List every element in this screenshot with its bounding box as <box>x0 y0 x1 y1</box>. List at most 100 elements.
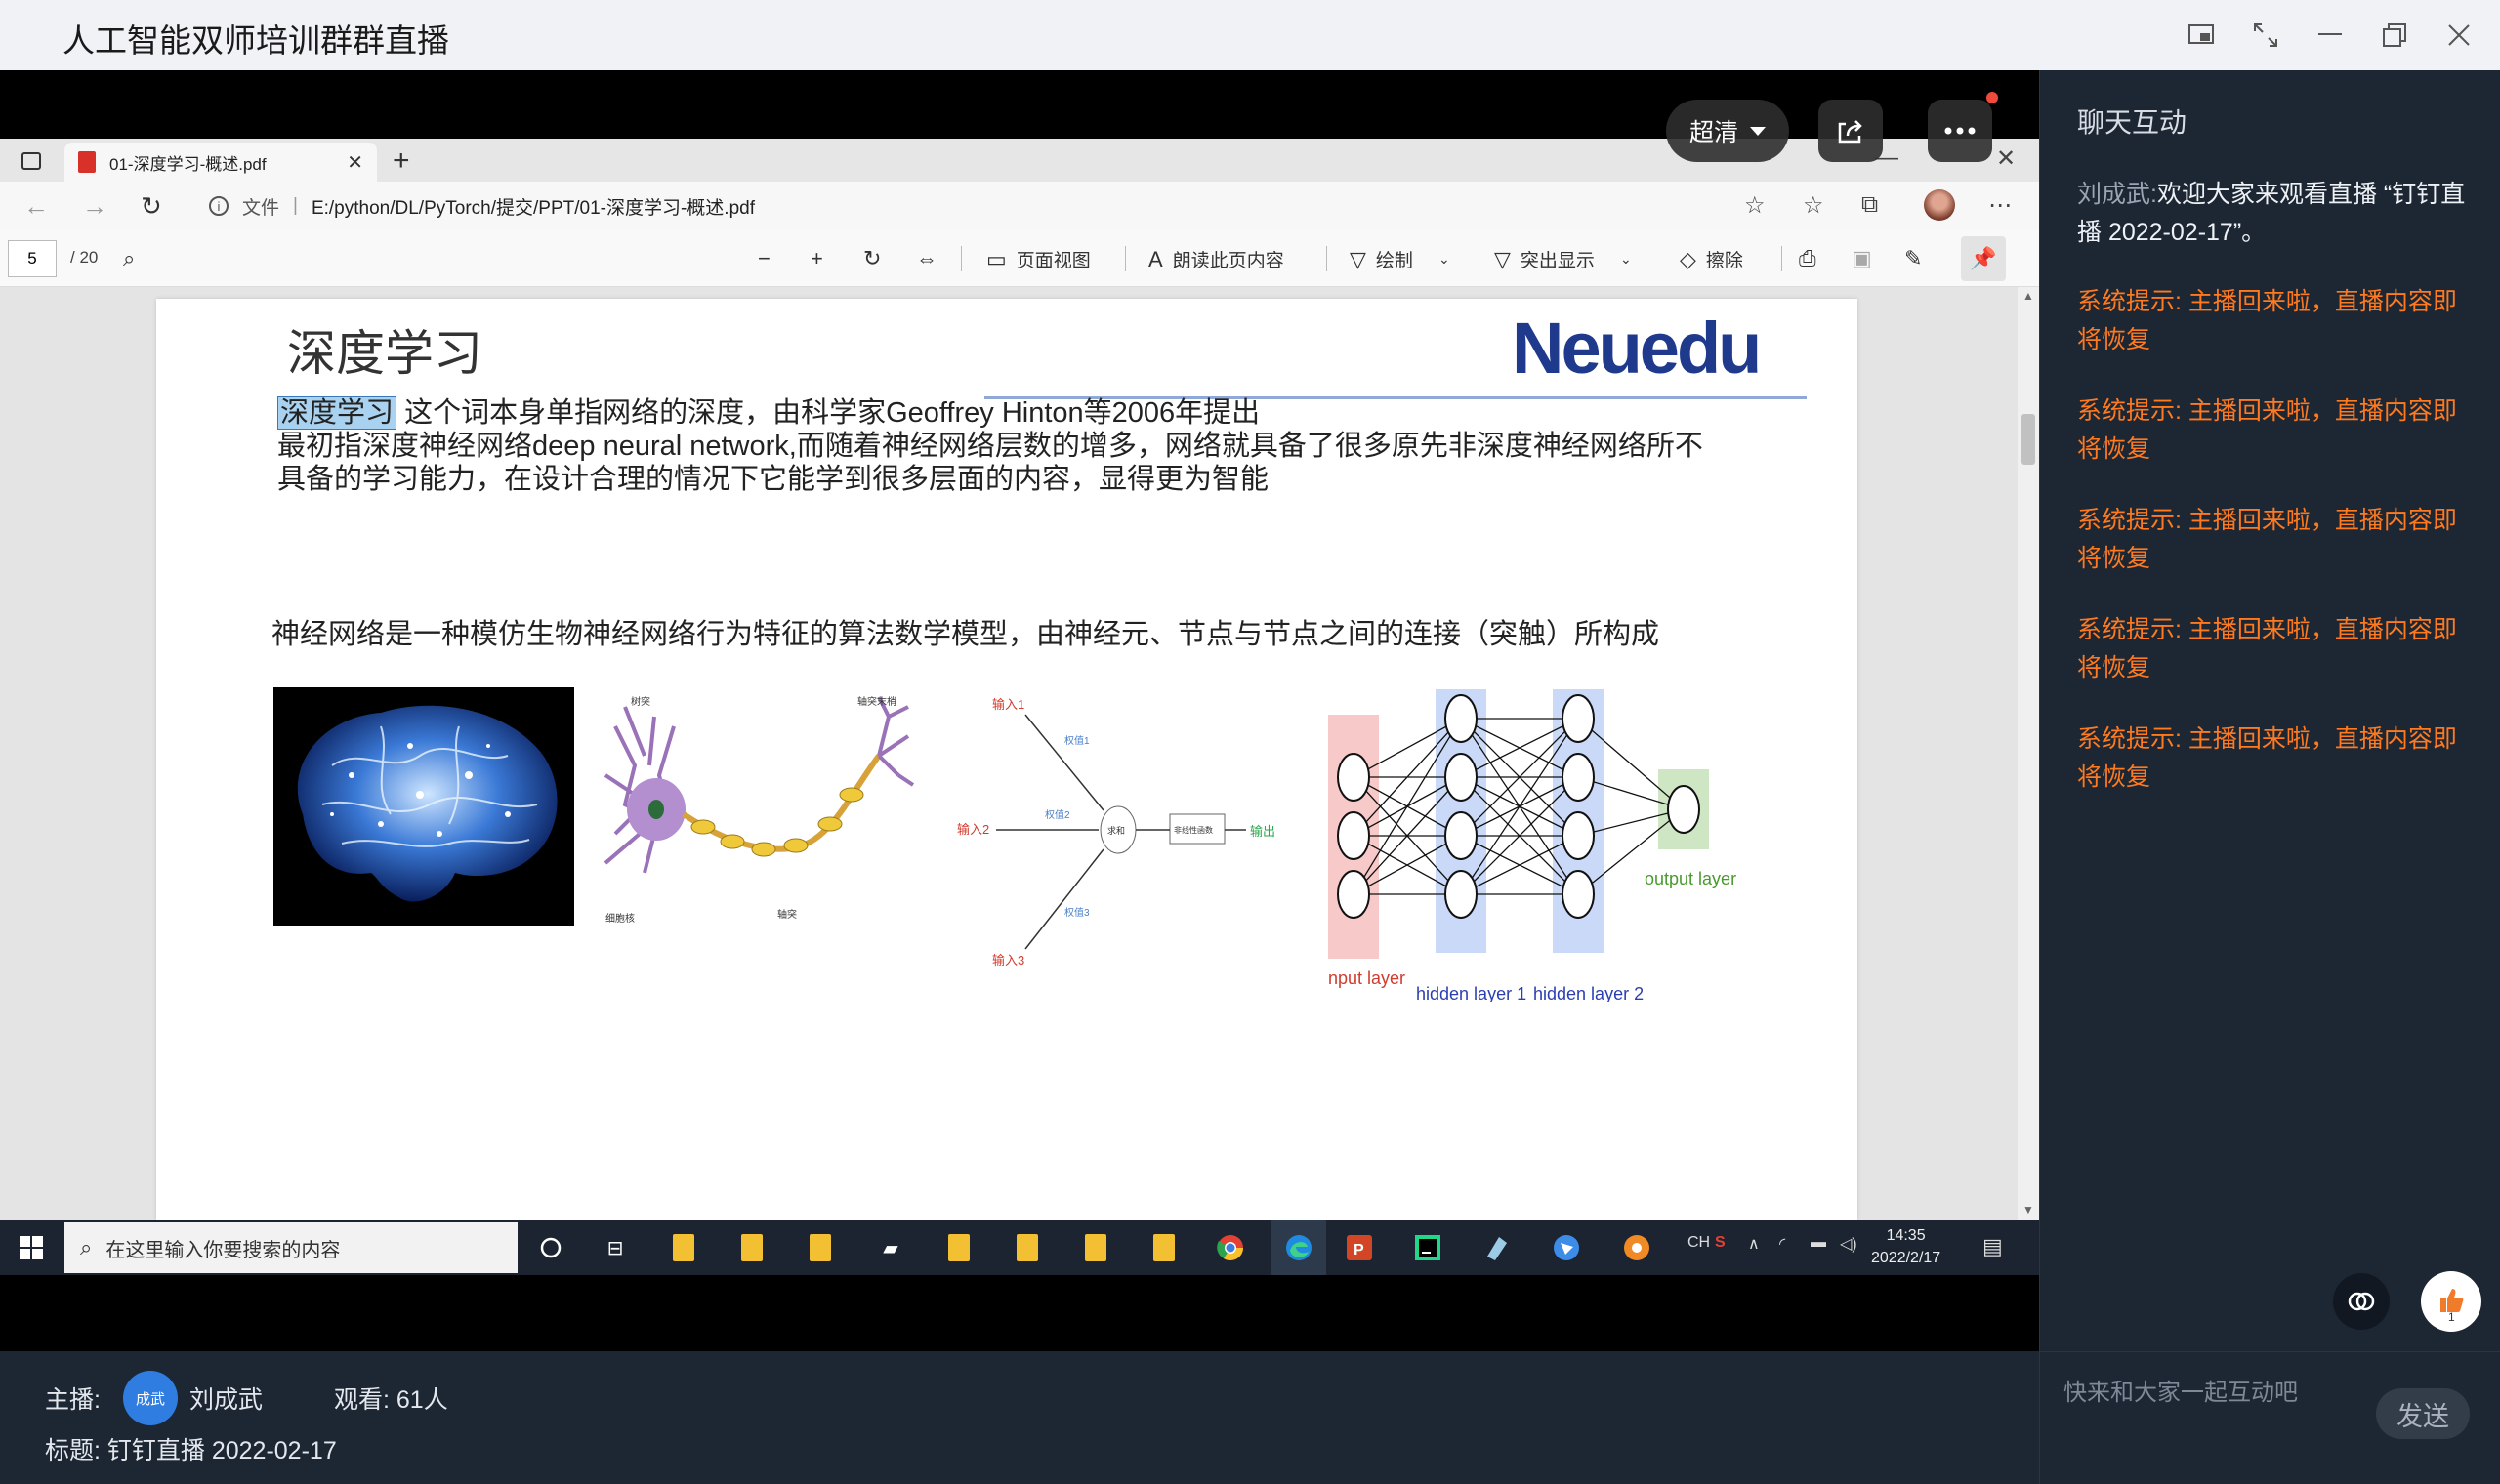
new-tab-icon[interactable]: + <box>393 144 410 178</box>
link-icon <box>2348 1292 2375 1311</box>
volume-icon[interactable]: ◁) <box>1840 1234 1857 1254</box>
dingtalk-icon[interactable] <box>1619 1230 1654 1265</box>
sogou-icon[interactable]: S <box>1715 1234 1726 1252</box>
powerpoint-icon[interactable]: P <box>1342 1230 1377 1265</box>
tray-expand-icon[interactable]: ∧ <box>1748 1234 1760 1254</box>
notes-icon[interactable] <box>1479 1230 1514 1265</box>
folder-icon[interactable] <box>734 1230 770 1265</box>
page-view-button[interactable]: ▭ 页面视图 <box>986 246 1091 272</box>
browser-tab[interactable]: 01-深度学习-概述.pdf ✕ <box>64 143 377 182</box>
share-button[interactable] <box>1818 100 1883 162</box>
forward-icon[interactable]: → <box>82 191 107 222</box>
taskbar-clock[interactable]: 14:35 2022/2/17 <box>1871 1224 1940 1269</box>
send-button[interactable]: 发送 <box>2376 1388 2470 1439</box>
fullscreen-icon[interactable] <box>2246 16 2285 55</box>
highlight-button[interactable]: ▽ 突出显示 ⌄ <box>1494 246 1632 272</box>
more-button[interactable] <box>1928 100 1992 162</box>
collections-icon[interactable]: ⧉ <box>1861 191 1878 219</box>
save-as-icon[interactable]: ✎ <box>1904 246 1932 271</box>
nn-hidden2-label: hidden layer 2 <box>1533 984 1644 1002</box>
tab-actions-icon[interactable] <box>21 152 41 170</box>
perceptron-label: 权值3 <box>1064 906 1090 919</box>
like-count: 1 <box>2448 1310 2455 1324</box>
chevron-down-icon: ⌄ <box>1619 251 1632 267</box>
cortana-icon[interactable] <box>533 1230 568 1265</box>
chat-panel: 聊天互动 刘成武:欢迎大家来观看直播 “钉钉直播 2022-02-17”。 系统… <box>2039 70 2500 1484</box>
pycharm-icon[interactable] <box>1410 1230 1445 1265</box>
chat-input[interactable]: 快来和大家一起互动吧 <box>2063 1373 2298 1407</box>
folder-icon[interactable] <box>1146 1230 1182 1265</box>
pdf-viewer[interactable]: 深度学习 Neuedu 深度学习 这个词本身单指网络的深度，由科学家Geoffr… <box>0 287 2039 1220</box>
viewer-count: 观看: 61人 <box>334 1386 448 1414</box>
windows-start-icon[interactable] <box>18 1234 45 1261</box>
pdf-scrollbar[interactable]: ▲ ▼ <box>2018 287 2039 1220</box>
close-icon[interactable] <box>2439 16 2479 55</box>
profile-avatar[interactable] <box>1924 189 1955 221</box>
taskbar-search[interactable]: ⌕ 在这里输入你要搜索的内容 <box>64 1222 518 1273</box>
erase-button[interactable]: ◇ 擦除 <box>1680 246 1743 272</box>
system-message: 系统提示: 主播回来啦，直播内容即将恢复 <box>2077 507 2457 572</box>
folder-icon[interactable] <box>803 1230 838 1265</box>
chat-message: 刘成武:欢迎大家来观看直播 “钉钉直播 2022-02-17”。 <box>2077 176 2478 252</box>
fit-width-icon[interactable]: ⇔ <box>916 246 947 271</box>
nn-input-label: input layer <box>1328 969 1405 988</box>
zoom-in-icon[interactable]: + <box>811 246 833 271</box>
draw-button[interactable]: ▽ 绘制 ⌄ <box>1350 246 1450 272</box>
read-aloud-label: 朗读此页内容 <box>1172 251 1284 271</box>
page-number-input[interactable]: 5 <box>8 240 57 277</box>
notification-dot <box>1986 92 1998 103</box>
edge-icon[interactable] <box>1271 1220 1326 1275</box>
quality-selector[interactable]: 超清 <box>1666 100 1789 162</box>
toolbar-divider <box>1781 246 1782 271</box>
folder-icon[interactable] <box>666 1230 701 1265</box>
wifi-icon[interactable]: ◜ <box>1779 1234 1785 1254</box>
pip-icon[interactable] <box>2182 16 2221 55</box>
nn-output-label: output layer <box>1645 869 1736 888</box>
neural-network-diagram: input layer hidden layer 1 hidden layer … <box>1324 689 1738 1004</box>
drive-icon[interactable]: ▰ <box>873 1230 908 1265</box>
back-icon[interactable]: ← <box>23 191 49 222</box>
scroll-up-icon[interactable]: ▲ <box>2021 289 2035 303</box>
draw-icon: ▽ <box>1350 246 1366 271</box>
erase-label: 擦除 <box>1705 251 1743 271</box>
folder-icon[interactable] <box>941 1230 977 1265</box>
read-aloud-button[interactable]: A 朗读此页内容 <box>1148 246 1284 272</box>
folder-icon[interactable] <box>1078 1230 1113 1265</box>
refresh-icon[interactable]: ↻ <box>141 191 162 222</box>
battery-icon[interactable]: ▬ <box>1811 1234 1826 1252</box>
zoom-out-icon[interactable]: − <box>758 246 780 271</box>
scroll-thumb[interactable] <box>2021 414 2035 465</box>
favorite-add-icon[interactable]: ☆ <box>1744 191 1766 220</box>
toolbar-divider <box>961 246 962 271</box>
chrome-icon[interactable] <box>1213 1230 1248 1265</box>
rotate-icon[interactable]: ↻ <box>863 246 891 271</box>
pin-icon[interactable]: 📌 <box>1961 236 2006 281</box>
input-method-icon[interactable]: CH <box>1688 1234 1710 1252</box>
url-separator: | <box>293 195 298 216</box>
notification-icon[interactable]: ▤ <box>1982 1234 2003 1259</box>
draw-label: 绘制 <box>1375 251 1413 271</box>
clock-date: 2022/2/17 <box>1871 1250 1941 1266</box>
print-icon[interactable]: ⎙ <box>1799 246 1826 271</box>
browser-menu-icon[interactable]: ⋯ <box>1988 191 2012 220</box>
save-icon[interactable]: ▣ <box>1852 246 1882 271</box>
url-field[interactable]: i 文件 | E:/python/DL/PyTorch/提交/PPT/01-深度… <box>189 187 1752 225</box>
folder-icon[interactable] <box>1010 1230 1045 1265</box>
browser-close-icon[interactable]: ✕ <box>1996 144 2016 173</box>
page-view-label: 页面视图 <box>1016 251 1091 271</box>
url-text: E:/python/DL/PyTorch/提交/PPT/01-深度学习-概述.p… <box>311 197 755 219</box>
feishu-icon[interactable] <box>1549 1230 1584 1265</box>
tab-close-icon[interactable]: ✕ <box>347 150 363 175</box>
scroll-down-icon[interactable]: ▼ <box>2021 1203 2035 1216</box>
info-icon: i <box>209 196 229 216</box>
host-avatar[interactable]: 成武 <box>123 1371 178 1425</box>
find-icon[interactable]: ⌕ <box>123 246 145 271</box>
window-titlebar: 人工智能双师培训群群直播 <box>0 0 2500 70</box>
restore-icon[interactable] <box>2375 16 2414 55</box>
link-button[interactable] <box>2333 1273 2390 1330</box>
more-icon <box>1944 127 1976 135</box>
live-video[interactable]: 01-深度学习-概述.pdf ✕ + — ✕ ← → ↻ i 文件 | E:/p… <box>0 70 2039 1351</box>
task-view-icon[interactable]: ⊟ <box>598 1230 633 1265</box>
favorites-icon[interactable]: ☆ <box>1803 191 1824 220</box>
minimize-icon[interactable] <box>2311 16 2350 55</box>
